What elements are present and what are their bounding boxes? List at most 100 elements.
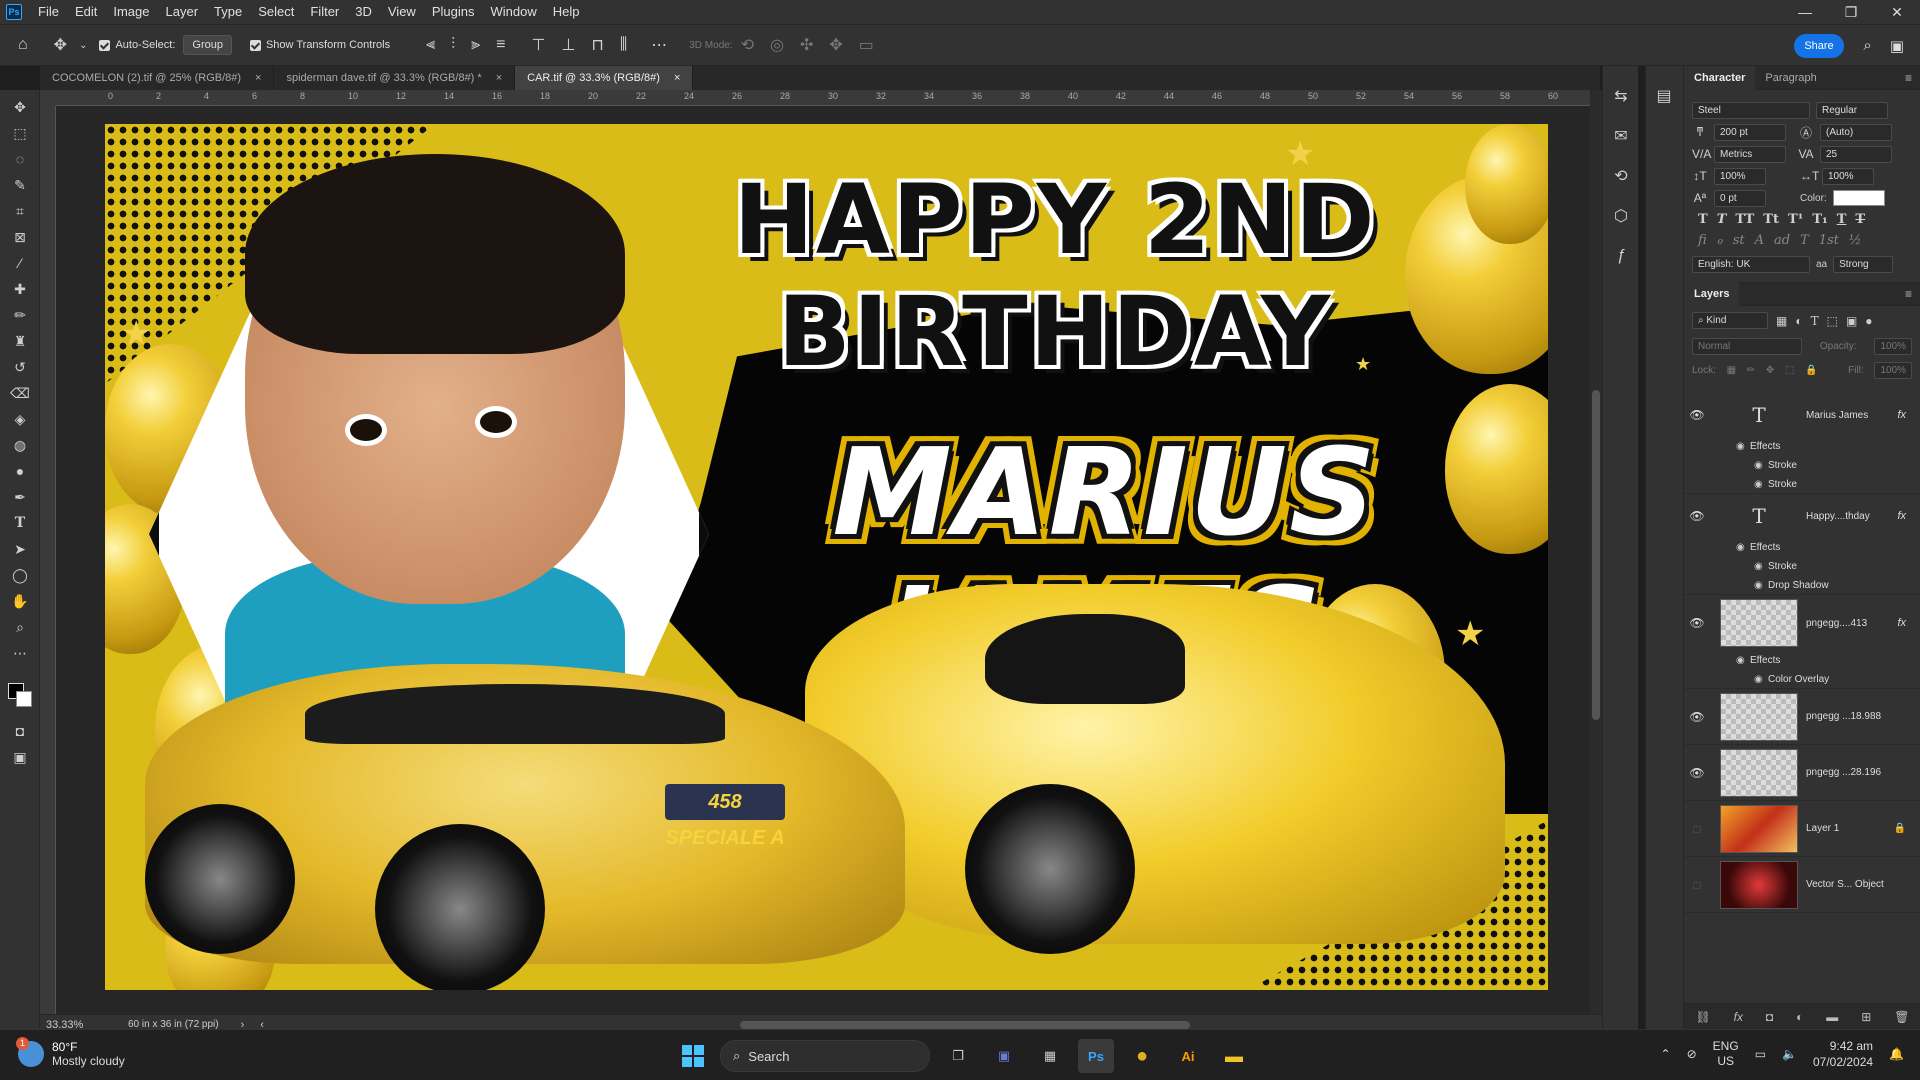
history-icon[interactable]: ⟲ <box>1603 156 1639 196</box>
quick-select-tool-icon[interactable]: ✎ <box>0 172 40 198</box>
brush-tool-icon[interactable]: ✏ <box>0 302 40 328</box>
search-icon[interactable]: ⌕ <box>1863 37 1871 55</box>
type-tool-icon[interactable]: T <box>0 510 40 536</box>
effect-eye-icon[interactable]: ◉ <box>1736 542 1750 553</box>
eyedropper-tool-icon[interactable]: ⁄ <box>0 250 40 276</box>
link-layers-icon[interactable]: ⛓ <box>1695 1010 1710 1024</box>
menu-type[interactable]: Type <box>206 0 250 24</box>
menu-edit[interactable]: Edit <box>67 0 105 24</box>
effect-row[interactable]: ◉ Color Overlay <box>1684 670 1920 689</box>
lock-pixels-icon[interactable]: ▦ <box>1727 365 1736 376</box>
ligatures-button[interactable]: fi <box>1698 233 1707 248</box>
lock-artboard-icon[interactable]: ⬚ <box>1785 365 1794 376</box>
3d-icon[interactable]: ⬡ <box>1603 196 1639 236</box>
tab-spiderman[interactable]: spiderman dave.tif @ 33.3% (RGB/8#) * × <box>274 66 516 90</box>
move-tool-icon[interactable]: ✥ <box>54 35 67 55</box>
quick-mask-icon[interactable]: ◘ <box>0 718 40 744</box>
layer-row[interactable]: 👁 T Marius James fx <box>1684 393 1920 437</box>
kerning-field[interactable]: Metrics <box>1714 145 1786 163</box>
align-center-icon[interactable]: ⫶ <box>451 36 455 54</box>
layer-kind-filter[interactable]: ⌕ Kind <box>1692 312 1768 329</box>
effect-eye-icon[interactable]: ◉ <box>1754 580 1768 591</box>
layer-name[interactable]: pngegg ...28.196 <box>1806 767 1920 778</box>
ellipse-tool-icon[interactable]: ◯ <box>0 562 40 588</box>
contextual-alternates-button[interactable]: ℴ <box>1717 233 1723 248</box>
effect-eye-icon[interactable]: ◉ <box>1736 441 1750 452</box>
leading-field[interactable]: (Auto) <box>1820 123 1892 141</box>
effect-row[interactable]: ◉ Stroke <box>1684 557 1920 576</box>
share-button[interactable]: Share <box>1794 34 1844 58</box>
effects-row[interactable]: ◉ Effects <box>1684 437 1920 456</box>
effect-eye-icon[interactable]: ◉ <box>1754 460 1768 471</box>
eraser-tool-icon[interactable]: ⌫ <box>0 380 40 406</box>
effect-row[interactable]: ◉ Stroke <box>1684 475 1920 494</box>
titling-alternates-button[interactable]: T <box>1800 233 1809 248</box>
antialias-select[interactable]: Strong <box>1833 255 1894 273</box>
baseline-shift-field[interactable]: 0 pt <box>1714 189 1766 207</box>
close-icon[interactable]: × <box>674 72 680 84</box>
new-adjustment-icon[interactable]: ◐ <box>1796 1010 1803 1024</box>
fx-icon[interactable]: ƒ <box>1603 236 1639 276</box>
menu-image[interactable]: Image <box>105 0 157 24</box>
show-hidden-icons-icon[interactable]: ⌃ <box>1661 1047 1671 1061</box>
tab-car[interactable]: CAR.tif @ 33.3% (RGB/8#) × <box>515 66 694 90</box>
lock-brush-icon[interactable]: ✏ <box>1747 365 1755 376</box>
font-family-select[interactable]: Steel <box>1692 101 1810 119</box>
font-style-select[interactable]: Regular <box>1816 101 1888 119</box>
add-style-icon[interactable]: fx <box>1734 1010 1743 1024</box>
effect-eye-icon[interactable]: ◉ <box>1736 655 1750 666</box>
background-color-swatch[interactable] <box>16 691 32 707</box>
auto-select-checkbox[interactable]: Auto-Select: <box>99 39 175 51</box>
filter-adjustment-icon[interactable]: ◐ <box>1795 314 1802 328</box>
font-size-field[interactable]: 200 pt <box>1714 123 1786 141</box>
visibility-eye-icon[interactable]: 👁 <box>1684 766 1710 780</box>
filter-pixel-icon[interactable]: ▦ <box>1776 314 1787 328</box>
pen-tool-icon[interactable]: ✒ <box>0 484 40 510</box>
tab-character[interactable]: Character <box>1684 65 1756 90</box>
fx-icon[interactable]: fx <box>1897 409 1906 421</box>
history-brush-tool-icon[interactable]: ↺ <box>0 354 40 380</box>
screen-mode-icon[interactable]: ▣ <box>0 744 40 770</box>
layer-name[interactable]: pngegg ...18.988 <box>1806 711 1920 722</box>
lock-all-icon[interactable]: 🔒 <box>1805 365 1817 376</box>
fill-field[interactable]: 100% <box>1874 361 1912 379</box>
hand-tool-icon[interactable]: ✋ <box>0 588 40 614</box>
distribute-vertical-icon[interactable]: ⫼ <box>620 36 627 54</box>
calculator-icon[interactable]: ▦ <box>1032 1039 1068 1073</box>
distribute-icon[interactable]: ≡ <box>496 36 505 54</box>
task-view-icon[interactable]: ❐ <box>940 1039 976 1073</box>
auto-select-dropdown[interactable]: Group <box>183 35 232 55</box>
align-right-icon[interactable]: ⫸ <box>471 36 480 54</box>
menu-filter[interactable]: Filter <box>302 0 347 24</box>
scrollbar-thumb[interactable] <box>1592 390 1600 720</box>
language-indicator[interactable]: ENG US <box>1713 1039 1739 1069</box>
layer-row[interactable]: □ Layer 1 🔒 <box>1684 801 1920 857</box>
layer-name[interactable]: pngegg....413 <box>1806 618 1897 629</box>
fx-icon[interactable]: fx <box>1897 510 1906 522</box>
layer-name[interactable]: Vector S... Object <box>1806 879 1920 890</box>
menu-select[interactable]: Select <box>250 0 302 24</box>
healing-brush-tool-icon[interactable]: ✚ <box>0 276 40 302</box>
dodge-tool-icon[interactable]: ● <box>0 458 40 484</box>
network-icon[interactable]: ⊘ <box>1687 1047 1697 1061</box>
path-select-tool-icon[interactable]: ➤ <box>0 536 40 562</box>
minimize-button[interactable]: — <box>1782 0 1828 24</box>
opacity-field[interactable]: 100% <box>1874 337 1912 355</box>
effects-row[interactable]: ◉ Effects <box>1684 538 1920 557</box>
align-top-icon[interactable]: ⊤ <box>532 35 546 55</box>
maximize-button[interactable]: ❐ <box>1828 0 1874 24</box>
effect-eye-icon[interactable]: ◉ <box>1754 561 1768 572</box>
file-explorer-icon[interactable]: ▬ <box>1216 1039 1252 1073</box>
visibility-box[interactable]: □ <box>1684 822 1710 836</box>
move-tool-icon[interactable]: ✥ <box>0 94 40 120</box>
effect-eye-icon[interactable]: ◉ <box>1754 479 1768 490</box>
visibility-box[interactable]: □ <box>1684 878 1710 892</box>
properties-icon[interactable]: ▤ <box>1646 76 1682 116</box>
subscript-button[interactable]: T₁ <box>1812 212 1827 227</box>
effects-row[interactable]: ◉ Effects <box>1684 651 1920 670</box>
panel-menu-icon[interactable]: ≡ <box>1905 71 1912 85</box>
effect-eye-icon[interactable]: ◉ <box>1754 674 1768 685</box>
teams-icon[interactable]: ▣ <box>986 1039 1022 1073</box>
layer-row[interactable]: 👁 pngegg ...28.196 <box>1684 745 1920 801</box>
lasso-tool-icon[interactable]: ◌ <box>0 146 40 172</box>
